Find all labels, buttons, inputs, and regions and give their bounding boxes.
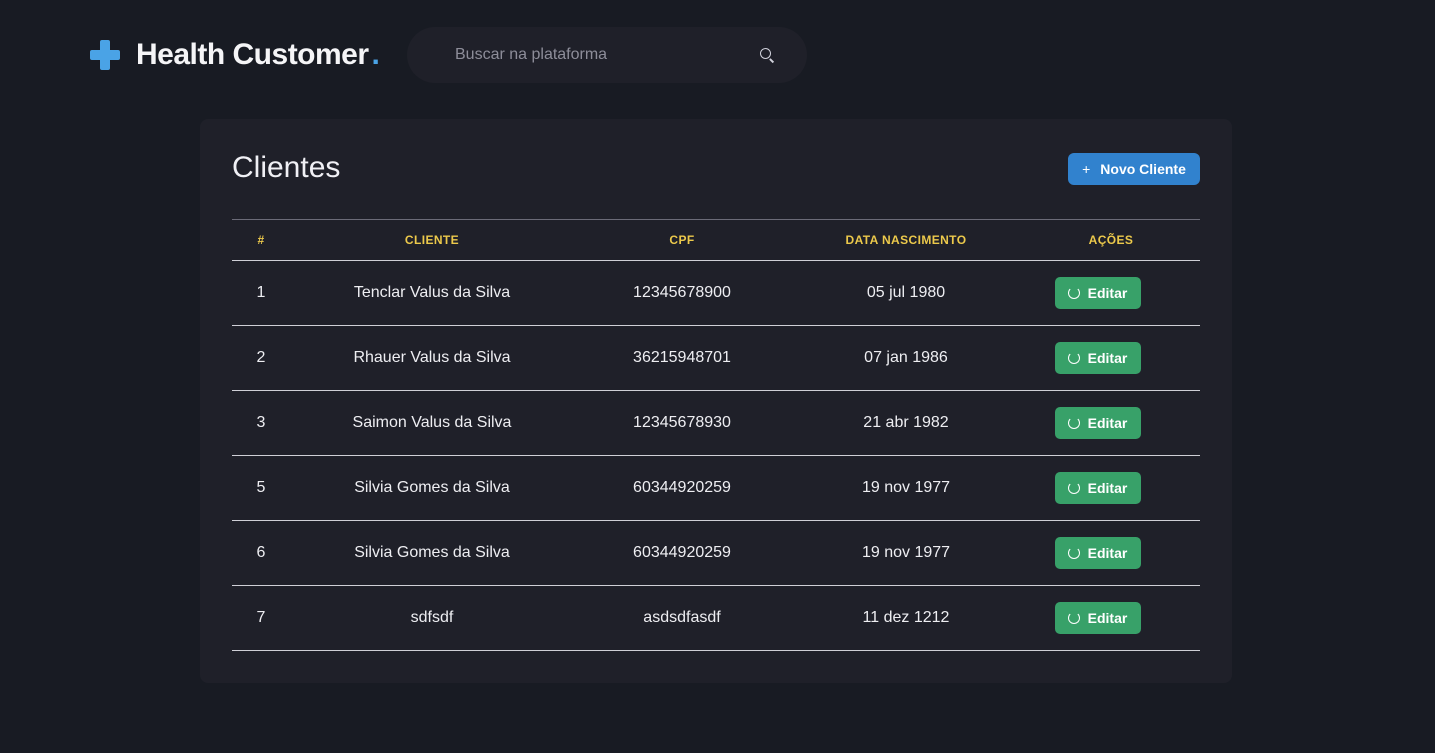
column-header-birth-date[interactable]: Data Nascimento	[790, 219, 1022, 261]
edit-button[interactable]: Editar	[1054, 407, 1141, 439]
edit-button[interactable]: Editar	[1054, 537, 1141, 569]
refresh-icon	[1067, 287, 1080, 299]
cell-birth-date: 07 jan 1986	[790, 325, 1022, 391]
new-client-button[interactable]: + Novo Cliente	[1068, 153, 1200, 185]
cell-client-name: sdfsdf	[290, 585, 574, 651]
cell-actions: Editar	[1022, 325, 1200, 391]
cell-id: 5	[232, 455, 290, 521]
cell-cpf: 12345678900	[574, 260, 790, 326]
cell-id: 7	[232, 585, 290, 651]
edit-button[interactable]: Editar	[1054, 602, 1141, 634]
cell-cpf: 12345678930	[574, 390, 790, 456]
cell-cpf: 36215948701	[574, 325, 790, 391]
cell-actions: Editar	[1022, 520, 1200, 586]
search-input[interactable]	[455, 46, 759, 64]
plus-icon: +	[1082, 161, 1091, 177]
table-row: 6 Silvia Gomes da Silva 60344920259 19 n…	[232, 520, 1200, 586]
search-icon[interactable]	[759, 47, 775, 63]
cell-birth-date: 11 dez 1212	[790, 585, 1022, 651]
plus-cross-icon	[90, 40, 120, 70]
column-header-client[interactable]: Cliente	[290, 219, 574, 261]
cell-birth-date: 19 nov 1977	[790, 520, 1022, 586]
logo[interactable]: Health Customer .	[90, 38, 380, 72]
table-header-row: # Cliente CPF Data Nascimento Ações	[232, 219, 1200, 261]
cell-cpf: 60344920259	[574, 455, 790, 521]
edit-button-label: Editar	[1087, 415, 1128, 431]
refresh-icon	[1067, 612, 1080, 624]
refresh-icon	[1067, 352, 1080, 364]
new-client-label: Novo Cliente	[1100, 161, 1186, 177]
cell-id: 3	[232, 390, 290, 456]
table-row: 7 sdfsdf asdsdfasdf 11 dez 1212 Editar	[232, 585, 1200, 651]
search-bar	[407, 27, 807, 83]
cell-cpf: 60344920259	[574, 520, 790, 586]
cell-id: 6	[232, 520, 290, 586]
app-title: Health Customer	[136, 38, 369, 71]
refresh-icon	[1067, 547, 1080, 559]
cell-actions: Editar	[1022, 260, 1200, 326]
header: Health Customer .	[0, 0, 1435, 110]
edit-button-label: Editar	[1087, 350, 1128, 366]
cell-actions: Editar	[1022, 455, 1200, 521]
table-row: 2 Rhauer Valus da Silva 36215948701 07 j…	[232, 325, 1200, 391]
edit-button[interactable]: Editar	[1054, 277, 1141, 309]
cell-client-name: Tenclar Valus da Silva	[290, 260, 574, 326]
table-row: 1 Tenclar Valus da Silva 12345678900 05 …	[232, 260, 1200, 326]
cell-id: 2	[232, 325, 290, 391]
app-title-dot: .	[371, 38, 380, 71]
edit-button-label: Editar	[1087, 285, 1128, 301]
cell-cpf: asdsdfasdf	[574, 585, 790, 651]
cell-client-name: Silvia Gomes da Silva	[290, 455, 574, 521]
edit-button-label: Editar	[1087, 480, 1128, 496]
clients-table: # Cliente CPF Data Nascimento Ações 1 Te…	[232, 219, 1200, 651]
cell-actions: Editar	[1022, 390, 1200, 456]
edit-button-label: Editar	[1087, 545, 1128, 561]
edit-button[interactable]: Editar	[1054, 342, 1141, 374]
page-title: Clientes	[232, 151, 341, 184]
refresh-icon	[1067, 482, 1080, 494]
clients-card: Clientes + Novo Cliente # Cliente CPF Da…	[200, 119, 1232, 683]
cell-client-name: Rhauer Valus da Silva	[290, 325, 574, 391]
edit-button-label: Editar	[1087, 610, 1128, 626]
cell-birth-date: 19 nov 1977	[790, 455, 1022, 521]
table-row: 5 Silvia Gomes da Silva 60344920259 19 n…	[232, 455, 1200, 521]
column-header-actions: Ações	[1022, 219, 1200, 261]
cell-birth-date: 05 jul 1980	[790, 260, 1022, 326]
refresh-icon	[1067, 417, 1080, 429]
table-row: 3 Saimon Valus da Silva 12345678930 21 a…	[232, 390, 1200, 456]
cell-client-name: Silvia Gomes da Silva	[290, 520, 574, 586]
cell-client-name: Saimon Valus da Silva	[290, 390, 574, 456]
column-header-id[interactable]: #	[232, 219, 290, 261]
column-header-cpf[interactable]: CPF	[574, 219, 790, 261]
edit-button[interactable]: Editar	[1054, 472, 1141, 504]
cell-id: 1	[232, 260, 290, 326]
cell-actions: Editar	[1022, 585, 1200, 651]
cell-birth-date: 21 abr 1982	[790, 390, 1022, 456]
